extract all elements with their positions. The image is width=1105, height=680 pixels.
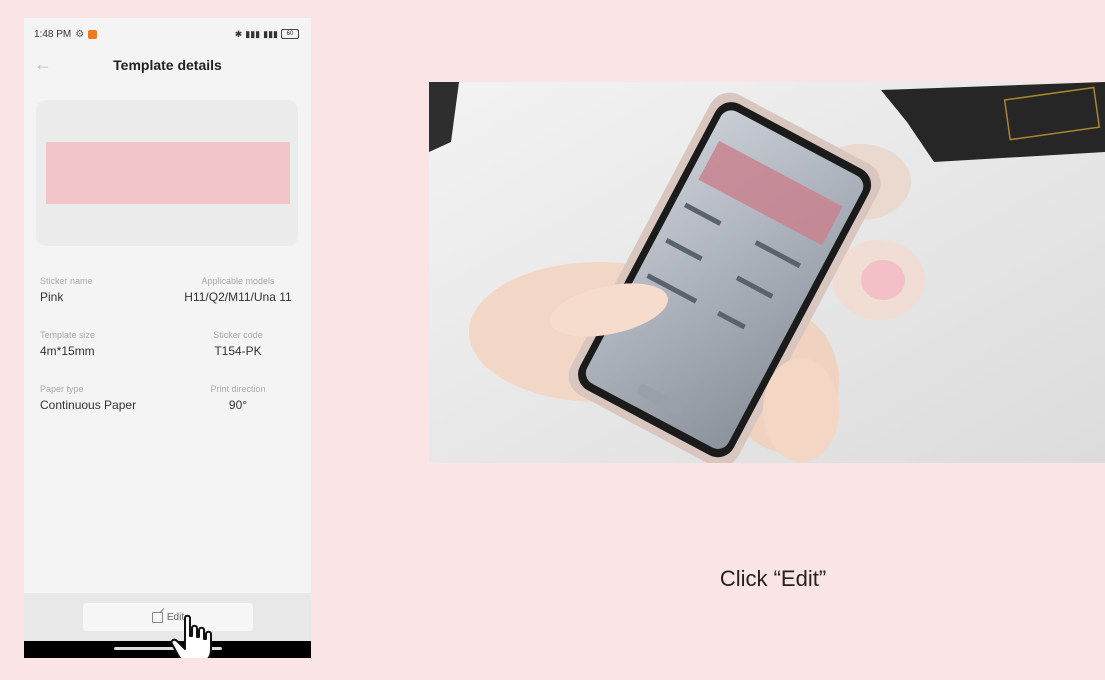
demo-photo [429,82,1105,463]
applicable-models-label: Applicable models [201,276,275,286]
info-row: Template size 4m*15mm Sticker code T154-… [40,330,298,384]
template-info-grid: Sticker name Pink Applicable models H11/… [40,276,298,438]
edit-button[interactable]: Edit [83,603,253,631]
info-row: Sticker name Pink Applicable models H11/… [40,276,298,330]
sticker-code-label: Sticker code [213,330,263,340]
tutorial-slide: 1:48 PM ⚙ ✱ ▮▮▮ ▮▮▮ 60 ← Template detail… [0,0,1105,680]
signal-icon: ▮▮▮ [245,28,261,39]
battery-icon: 60 [281,29,299,39]
phone-screen: 1:48 PM ⚙ ✱ ▮▮▮ ▮▮▮ 60 ← Template detail… [24,18,311,658]
applicable-models-value: H11/Q2/M11/Una 11 [184,290,292,304]
app-notification-icon [88,29,98,39]
settings-icon: ⚙ [75,28,85,40]
hand-pointer-icon [170,614,212,658]
page-title: Template details [113,57,222,73]
print-direction-label: Print direction [210,384,266,394]
paper-type-value: Continuous Paper [40,398,137,412]
sticker-name-label: Sticker name [40,276,93,286]
navigation-bar: ← Template details [24,50,311,78]
paper-type-label: Paper type [40,384,84,394]
bluetooth-icon: ✱ [234,28,243,39]
template-preview-card [36,100,298,246]
instruction-caption: Click “Edit” [719,566,827,591]
status-time: 1:48 PM [34,28,72,40]
sticker-name-value: Pink [40,290,64,304]
template-size-value: 4m*15mm [40,344,95,358]
sticker-preview [46,142,290,204]
template-size-label: Template size [40,330,96,340]
signal-icon-2: ▮▮▮ [263,28,278,39]
status-bar: 1:48 PM ⚙ ✱ ▮▮▮ ▮▮▮ 60 [24,18,311,50]
edit-icon [151,611,163,623]
info-row: Paper type Continuous Paper Print direct… [40,384,298,438]
gesture-bar [24,641,311,658]
bottom-action-bar: Edit [24,593,311,641]
print-direction-value: 90° [228,398,248,412]
sticker-code-value: T154-PK [214,344,262,358]
